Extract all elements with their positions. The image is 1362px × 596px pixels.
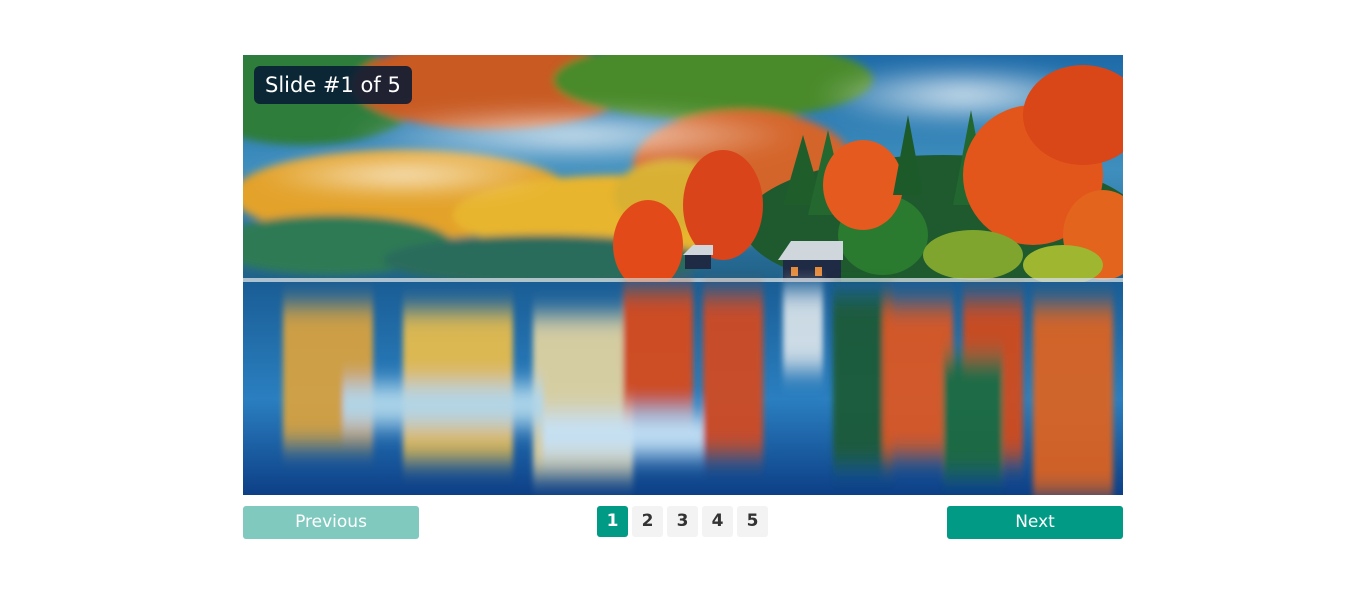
slide-pagination: 1 2 3 4 5 bbox=[597, 506, 768, 537]
next-button[interactable]: Next bbox=[947, 506, 1123, 539]
previous-button[interactable]: Previous bbox=[243, 506, 419, 539]
page-4-button[interactable]: 4 bbox=[702, 506, 733, 537]
slide-image: Slide #1 of 5 bbox=[243, 55, 1123, 495]
slide-counter-caption: Slide #1 of 5 bbox=[254, 66, 412, 104]
image-slider: Slide #1 of 5 Previous 1 2 3 4 5 Next bbox=[243, 55, 1123, 539]
autumn-lake-image bbox=[243, 55, 1123, 495]
page-3-button[interactable]: 3 bbox=[667, 506, 698, 537]
page-1-button[interactable]: 1 bbox=[597, 506, 628, 537]
page-5-button[interactable]: 5 bbox=[737, 506, 768, 537]
page-2-button[interactable]: 2 bbox=[632, 506, 663, 537]
